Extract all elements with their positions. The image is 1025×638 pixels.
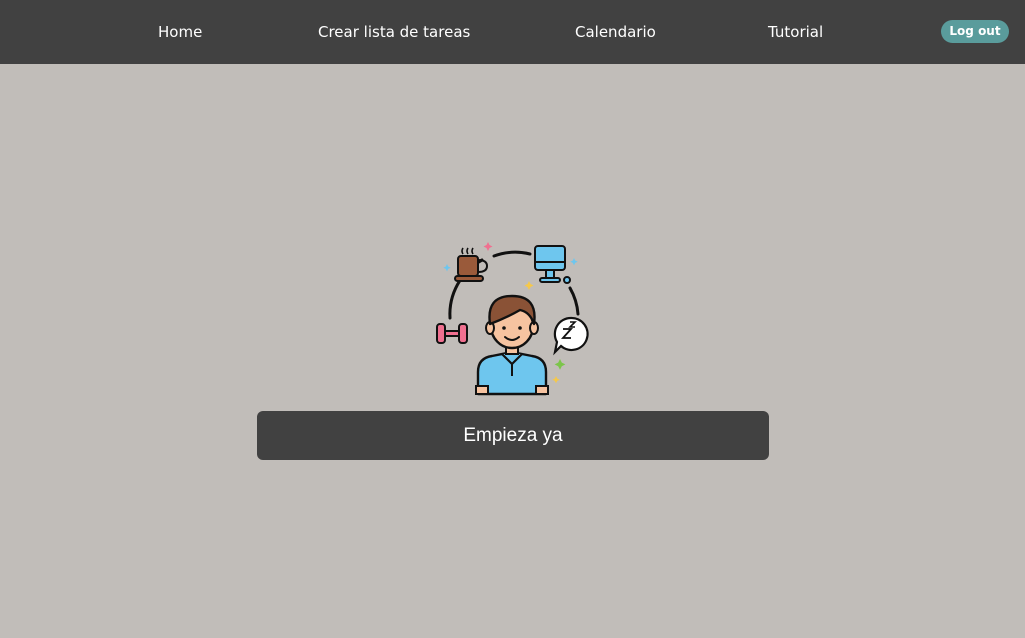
nav-link-calendario[interactable]: Calendario [575,22,656,42]
start-now-button[interactable]: Empieza ya [257,411,769,460]
nav-link-crear-lista[interactable]: Crear lista de tareas [318,22,470,42]
computer-monitor-icon [534,245,571,284]
nav-link-tutorial[interactable]: Tutorial [768,22,823,42]
coffee-cup-icon [454,247,489,282]
top-navbar: Home Crear lista de tareas Calendario Tu… [0,0,1025,64]
sleep-speech-bubble-icon [553,316,589,356]
dumbbell-icon [436,323,468,344]
person-daily-routine-icon [432,238,594,400]
logout-button[interactable]: Log out [941,20,1009,43]
nav-link-home[interactable]: Home [158,22,202,42]
person-icon [475,294,549,396]
